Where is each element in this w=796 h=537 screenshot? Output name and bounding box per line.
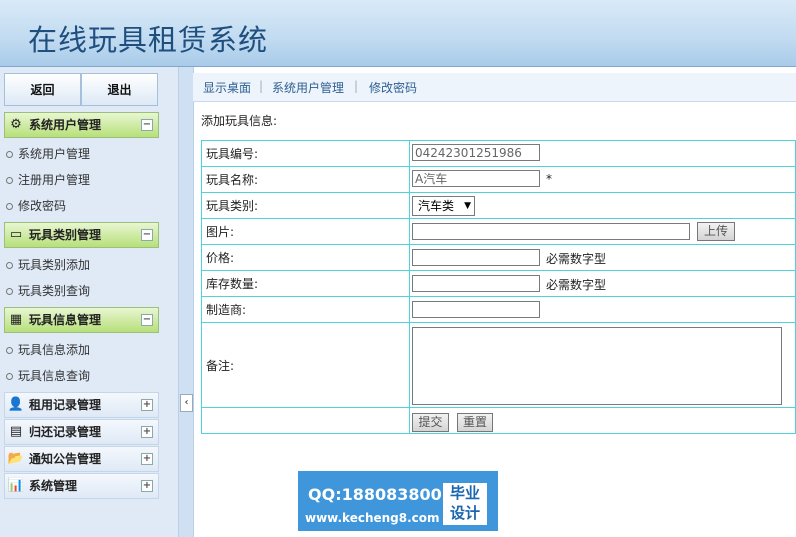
label-toy-name: 玩具名称: <box>201 166 410 193</box>
sidebar-item-label: 系统用户管理 <box>18 147 91 161</box>
sidebar-item-label: 玩具信息查询 <box>18 369 91 383</box>
sidebar-item-toy-add[interactable]: 玩具信息添加 <box>6 341 90 358</box>
bullet-icon <box>6 203 13 210</box>
watermark-url: www.kecheng8.com <box>305 511 440 525</box>
sidebar-item-label: 注册用户管理 <box>18 173 91 187</box>
sidebar-item-registered-users[interactable]: 注册用户管理 <box>6 171 90 188</box>
sidebar-item-label: 修改密码 <box>18 199 67 213</box>
sidebar-splitter[interactable]: ‹ <box>178 67 194 537</box>
calendar-icon: ▤ <box>9 424 23 439</box>
sidebar-item-label: 玩具信息添加 <box>18 343 91 357</box>
bullet-icon <box>6 151 13 158</box>
label-remark: 备注: <box>201 322 410 408</box>
label-toy-category: 玩具类别: <box>201 192 410 219</box>
bullet-icon <box>6 288 13 295</box>
submit-button[interactable]: 提交 <box>412 413 449 432</box>
menu-group-label: 玩具信息管理 <box>29 313 102 327</box>
sidebar-item-category-query[interactable]: 玩具类别查询 <box>6 282 90 299</box>
menu-group-toy-category[interactable]: ▭ 玩具类别管理 − <box>4 222 159 248</box>
menu-group-label: 通知公告管理 <box>29 452 102 466</box>
collapse-sidebar-icon[interactable]: ‹ <box>180 394 193 412</box>
expand-icon[interactable]: + <box>141 453 153 465</box>
required-mark: * <box>546 172 552 186</box>
collapse-icon[interactable]: − <box>141 314 153 326</box>
menu-group-label: 系统管理 <box>29 479 78 493</box>
expand-icon[interactable]: + <box>141 480 153 492</box>
collapse-icon[interactable]: − <box>141 119 153 131</box>
upload-button[interactable]: 上传 <box>697 222 735 241</box>
user-icon: 👤 <box>7 397 25 412</box>
label-maker: 制造商: <box>201 296 410 323</box>
sidebar-item-category-add[interactable]: 玩具类别添加 <box>6 256 90 273</box>
page-title: 添加玩具信息: <box>201 114 278 128</box>
reset-button[interactable]: 重置 <box>457 413 493 432</box>
menu-group-label: 玩具类别管理 <box>29 228 102 242</box>
app-title: 在线玩具租赁系统 <box>28 23 269 57</box>
bullet-icon <box>6 262 13 269</box>
menu-group-label: 系统用户管理 <box>29 118 102 132</box>
remark-textarea[interactable] <box>412 327 782 405</box>
badge-line-1: 毕业 <box>449 484 480 502</box>
stock-field[interactable] <box>412 275 540 292</box>
chevron-down-icon: ▼ <box>464 201 471 211</box>
menu-group-return-records[interactable]: ▤ 归还记录管理 + <box>4 419 159 445</box>
sidebar-item-toy-query[interactable]: 玩具信息查询 <box>6 367 90 384</box>
logout-button[interactable]: 退出 <box>81 73 158 106</box>
menu-group-system-users[interactable]: ⚙ 系统用户管理 − <box>4 112 159 138</box>
folder-icon: 📂 <box>7 451 25 466</box>
price-hint: 必需数字型 <box>546 252 607 266</box>
toy-id-field[interactable]: 04242301251986 <box>412 144 540 161</box>
gear-icon: ⚙ <box>10 117 22 132</box>
collapse-icon[interactable]: − <box>141 229 153 241</box>
menu-group-label: 归还记录管理 <box>29 425 102 439</box>
stock-hint: 必需数字型 <box>546 278 607 292</box>
menu-group-notices[interactable]: 📂 通知公告管理 + <box>4 446 159 472</box>
menu-group-toy-info[interactable]: ▦ 玩具信息管理 − <box>4 307 159 333</box>
label-stock: 库存数量: <box>201 270 410 297</box>
monitor-icon: ▭ <box>9 227 23 242</box>
expand-icon[interactable]: + <box>141 399 153 411</box>
expand-icon[interactable]: + <box>141 426 153 438</box>
price-field[interactable] <box>412 249 540 266</box>
sidebar-item-label: 玩具类别查询 <box>18 284 91 298</box>
chart-icon: 📊 <box>7 478 25 493</box>
image-path-field[interactable] <box>412 223 690 240</box>
selected-category: 汽车类 <box>418 199 455 213</box>
sidebar-item-change-password[interactable]: 修改密码 <box>6 197 66 214</box>
sidebar: 返回 退出 ⚙ 系统用户管理 − 系统用户管理 注册用户管理 修改密码 ▭ 玩具… <box>0 67 178 537</box>
bullet-icon <box>6 177 13 184</box>
back-button[interactable]: 返回 <box>4 73 81 106</box>
menu-group-label: 租用记录管理 <box>29 398 102 412</box>
tab-separator: | <box>259 79 264 93</box>
sidebar-item-system-users[interactable]: 系统用户管理 <box>6 145 90 162</box>
tab-change-password[interactable]: 修改密码 <box>369 79 417 96</box>
cell <box>201 407 410 434</box>
tab-system-users[interactable]: 系统用户管理 <box>272 79 344 96</box>
bullet-icon <box>6 373 13 380</box>
label-toy-id: 玩具编号: <box>201 140 410 167</box>
bullet-icon <box>6 347 13 354</box>
toy-category-select[interactable]: 汽车类 ▼ <box>412 196 475 216</box>
tab-desktop[interactable]: 显示桌面 <box>203 79 251 96</box>
menu-group-system-admin[interactable]: 📊 系统管理 + <box>4 473 159 499</box>
watermark-banner: QQ:188083800 www.kecheng8.com 毕业 设计 <box>298 471 498 531</box>
table-icon: ▦ <box>9 312 23 327</box>
tab-separator: | <box>354 79 359 93</box>
label-image: 图片: <box>201 218 410 245</box>
menu-group-rental-records[interactable]: 👤 租用记录管理 + <box>4 392 159 418</box>
sidebar-button-bar: 返回 退出 <box>4 73 158 106</box>
sidebar-item-label: 玩具类别添加 <box>18 258 91 272</box>
tab-bar: 显示桌面 | 系统用户管理 | 修改密码 <box>193 73 796 102</box>
maker-field[interactable] <box>412 301 540 318</box>
header-banner: 在线玩具租赁系统 <box>0 0 796 67</box>
label-price: 价格: <box>201 244 410 271</box>
watermark-badge: 毕业 设计 <box>443 483 487 525</box>
toy-name-field[interactable]: A汽车 <box>412 170 540 187</box>
badge-line-2: 设计 <box>449 504 480 522</box>
watermark-qq: QQ:188083800 <box>308 485 442 504</box>
